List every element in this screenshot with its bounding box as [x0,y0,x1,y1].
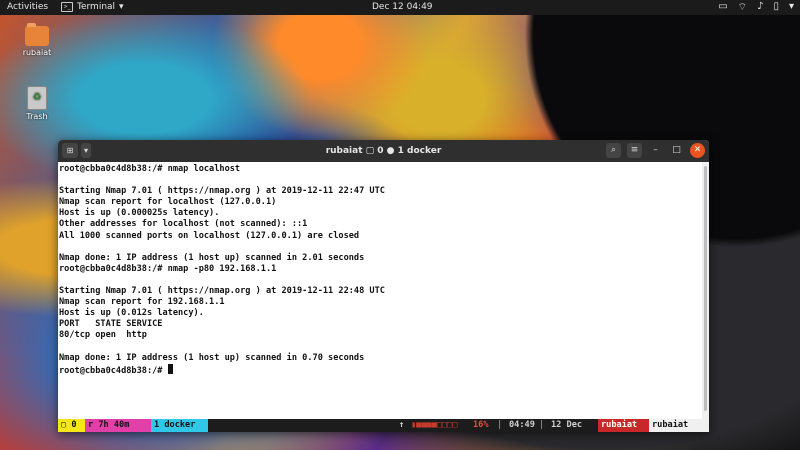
terminal-prompt-line[interactable]: root@cbba0c4d8b38:/# [59,363,702,377]
terminal-line: Nmap scan report for localhost (127.0.0.… [59,197,277,208]
desktop-trash[interactable]: ♻ Trash [17,86,57,121]
terminal-line: root@cbba0c4d8b38:/# nmap localhost [59,164,241,174]
terminal-line: 80/tcp open http [59,330,147,341]
terminal-line: All 1000 scanned ports on localhost (127… [59,230,360,241]
trash-icon: ♻ [27,86,47,110]
terminal-output[interactable]: root@cbba0c4d8b38:/# nmap localhost​Star… [58,162,702,419]
status-host: rubaiat [649,419,709,432]
terminal-line: Host is up (0.012s latency). [59,308,204,319]
minimize-button[interactable]: – [648,143,663,158]
terminal-line: Nmap done: 1 IP address (1 host up) scan… [59,252,365,263]
battery-icon[interactable]: ▯ [773,1,779,14]
terminal-icon: >_ [61,2,73,12]
volume-icon[interactable]: ♪ [757,1,763,14]
text-cursor [167,363,173,374]
terminal-line: Nmap done: 1 IP address (1 host up) scan… [59,352,365,363]
search-icon[interactable]: ⌕ [606,143,621,158]
screen-icon[interactable]: ▭ [718,1,727,14]
activities-button[interactable]: Activities [7,2,48,12]
status-time: 04:49 [509,420,535,430]
terminal-line: PORT STATE SERVICE [59,319,163,330]
desktop-trash-label: Trash [26,112,48,121]
status-user: rubaiat [598,419,649,432]
close-button[interactable]: ✕ [690,143,705,158]
clock[interactable]: Dec 12 04:49 [372,2,433,12]
status-cpu: 16% [473,420,489,430]
prompt: root@cbba0c4d8b38:/# [59,365,168,376]
folder-icon [25,23,49,46]
app-menu-label: Terminal [77,2,116,12]
system-tray[interactable]: ▭ ⌔ ♪ ▯ ▾ [718,1,794,14]
terminal-line: Starting Nmap 7.01 ( https://nmap.org ) … [59,186,385,197]
terminal-line: ​ [59,342,702,353]
terminal-line: Host is up (0.000025s latency). [59,208,220,219]
cpu-bar: ▮■■■■□□□□ [411,420,458,430]
scrollbar-thumb[interactable] [704,166,707,411]
app-menu[interactable]: >_ Terminal ▾ [61,2,124,12]
terminal-line: root@cbba0c4d8b38:/# nmap -p80 192.168.1… [59,263,277,274]
hamburger-menu-icon[interactable]: ≡ [627,143,642,158]
tmux-status-bar: ▢ 0 r 7h 40m 1 docker ↑ ▮■■■■□□□□ 16% | … [58,419,709,432]
maximize-button[interactable]: □ [669,143,684,158]
status-load-arrow: ↑ [399,420,405,430]
scrollbar[interactable] [702,162,709,419]
status-divider: | [539,420,545,430]
terminal-line: ​ [59,275,702,286]
status-session: ▢ 0 [58,419,85,432]
terminal-line: Other addresses for localhost (not scann… [59,219,308,230]
title-bar[interactable]: ⊞ ▾ rubaiat ▢ 0 ● 1 docker ⌕ ≡ – □ ✕ [58,140,709,162]
status-date: 12 Dec [551,420,583,430]
terminal-window[interactable]: ⊞ ▾ rubaiat ▢ 0 ● 1 docker ⌕ ≡ – □ ✕ roo… [58,140,709,432]
status-window: 1 docker [151,419,208,432]
top-bar: Activities >_ Terminal ▾ Dec 12 04:49 ▭ … [0,0,800,15]
terminal-line: ​ [59,242,702,253]
caret-down-icon: ▾ [119,2,124,12]
terminal-line: Nmap scan report for 192.168.1.1 [59,297,225,308]
status-divider: | [497,420,503,430]
status-uptime: r 7h 40m [85,419,151,432]
desktop-home-label: rubaiat [22,48,52,57]
wifi-icon[interactable]: ⌔ [738,1,747,14]
terminal-line: Starting Nmap 7.01 ( https://nmap.org ) … [59,286,385,297]
terminal-line: ​ [59,175,702,186]
desktop-home-folder[interactable]: rubaiat [17,23,57,57]
chevron-down-icon[interactable]: ▾ [789,1,794,14]
